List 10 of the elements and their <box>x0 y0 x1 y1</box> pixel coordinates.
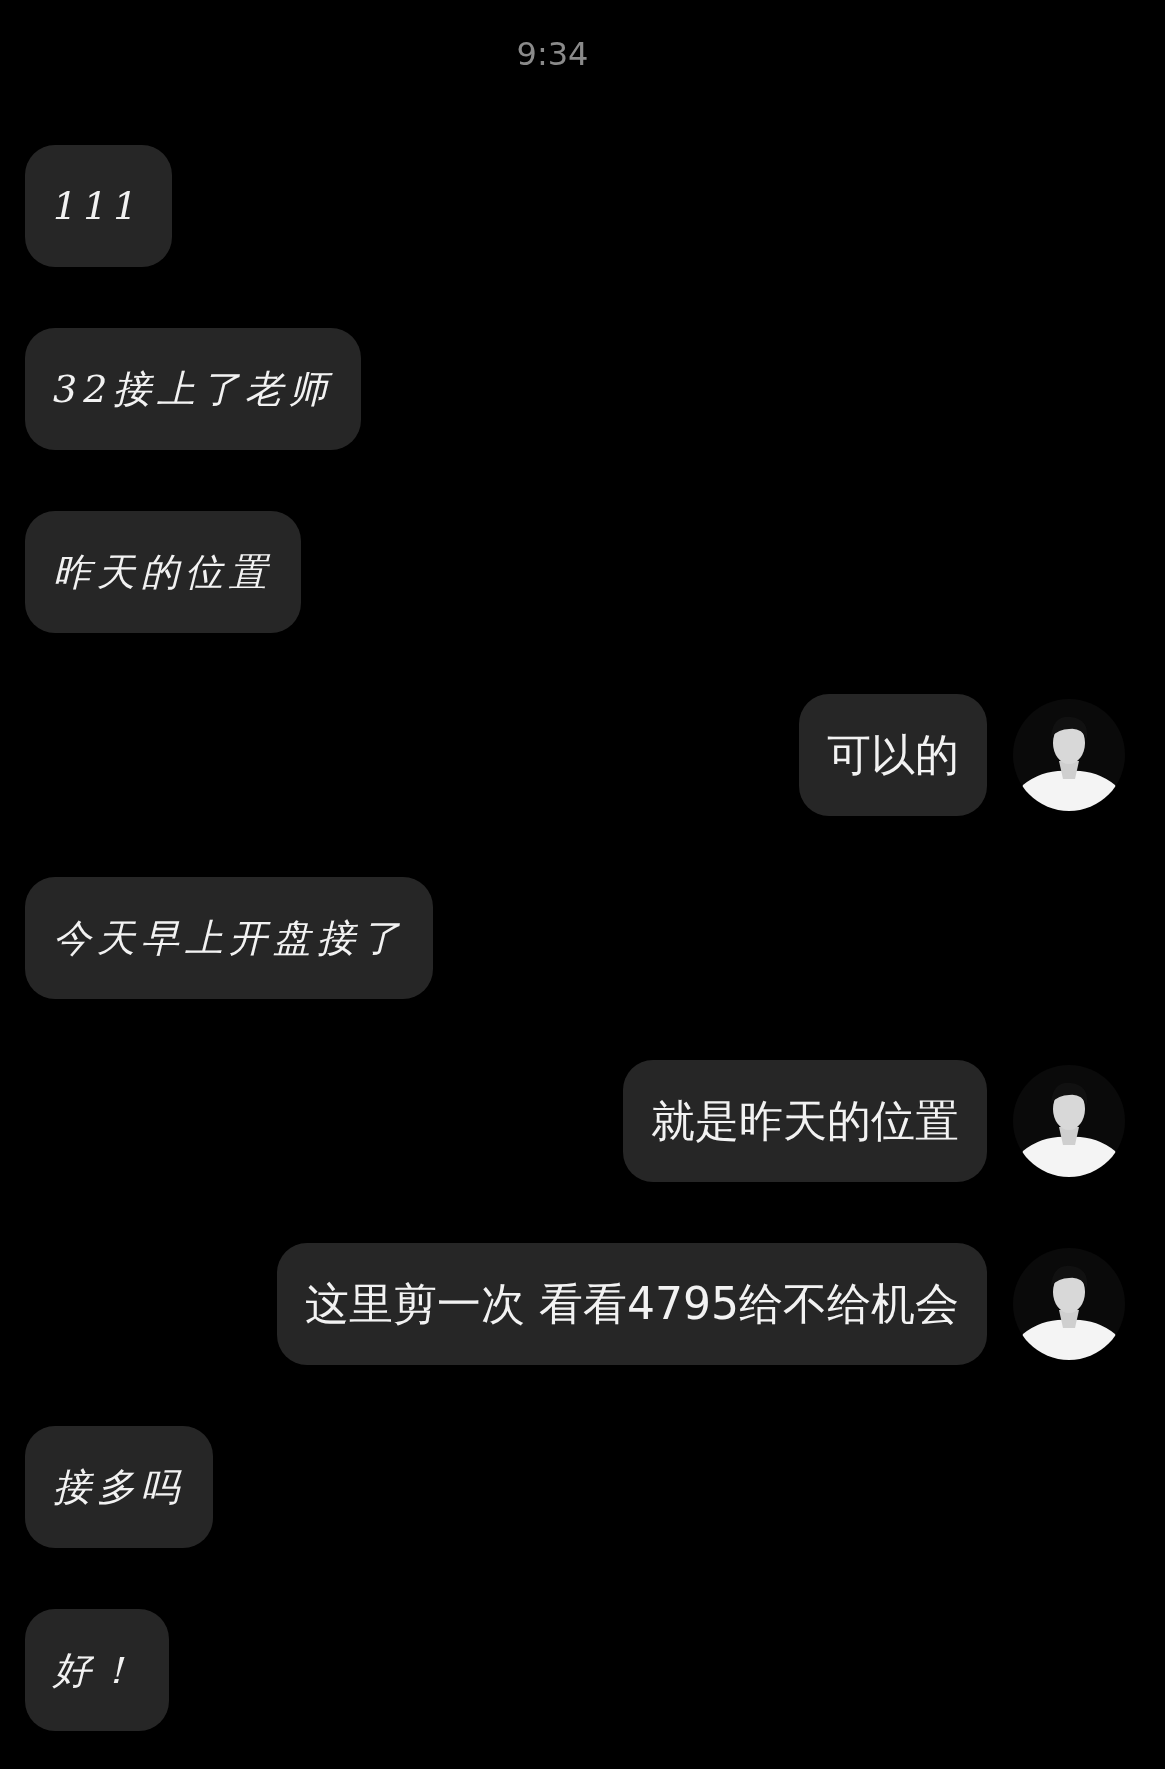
message-bubble: 接多吗 <box>25 1426 213 1548</box>
status-time: 9:34 <box>516 34 589 74</box>
message-bubble: 32接上了老师 <box>25 328 362 450</box>
message-bubble: 就是昨天的位置 <box>623 1060 987 1182</box>
message-bubble: 可以的 <box>799 694 987 816</box>
message-bubble: 好！ <box>25 1609 169 1731</box>
message-bubble: 这里剪一次 看看4795给不给机会 <box>277 1243 987 1365</box>
message-bubble: 今天早上开盘接了 <box>25 877 433 999</box>
message-bubble: 111 <box>25 145 172 267</box>
message-bubble: 昨天的位置 <box>25 511 301 633</box>
